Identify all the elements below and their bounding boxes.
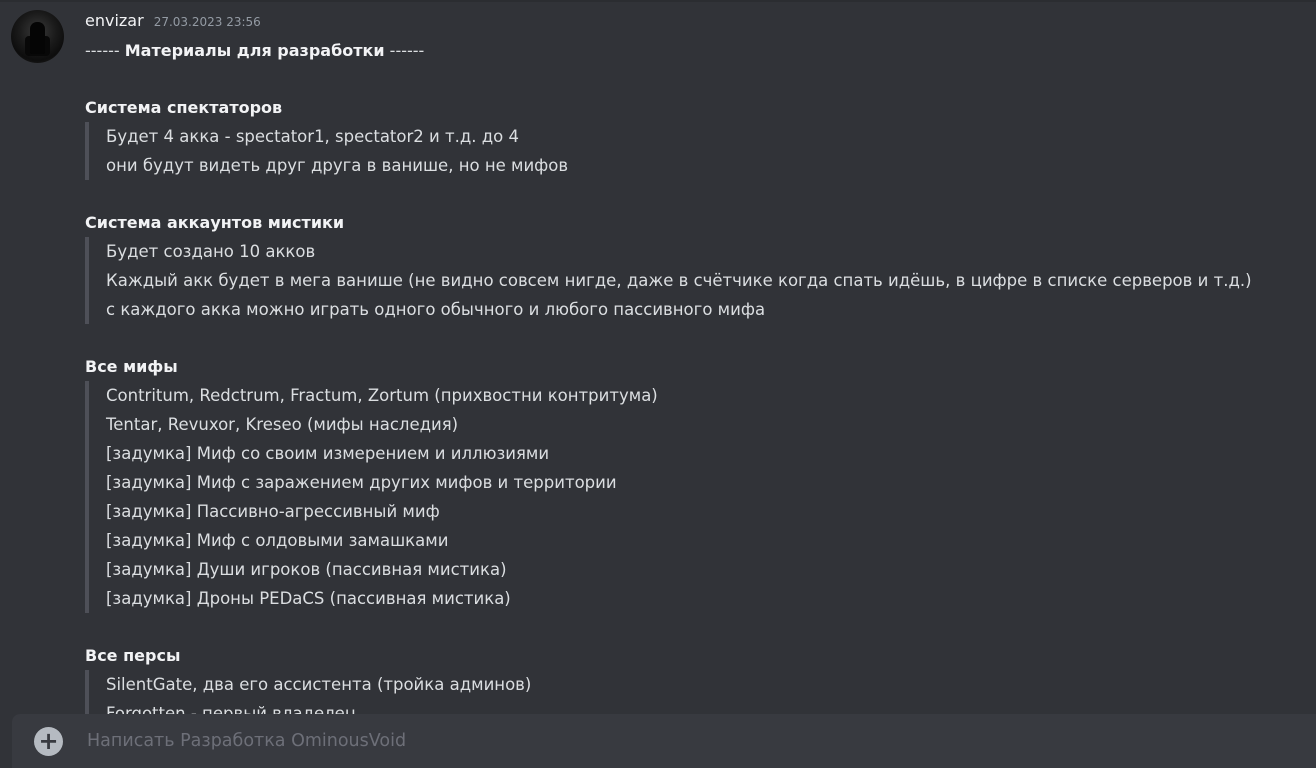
top-divider — [0, 0, 1316, 2]
quote-line: они будут видеть друг друга в ванише, но… — [106, 156, 569, 175]
message-timestamp[interactable]: 27.03.2023 23:56 — [154, 15, 261, 29]
heading-prefix: ------ — [85, 41, 125, 60]
blockquote-mystic-accounts: Будет создано 10 акков Каждый акк будет … — [85, 237, 1310, 324]
quote-line: Будет 4 акка - spectator1, spectator2 и … — [106, 127, 519, 146]
section-title-mystic-accounts: Система аккаунтов мистики — [85, 213, 345, 232]
quote-line: SilentGate, два его ассистента (тройка а… — [106, 675, 532, 694]
author-name[interactable]: envizar — [85, 11, 144, 30]
user-avatar[interactable] — [11, 10, 64, 63]
blockquote-all-myths: Contritum, Redctrum, Fractum, Zortum (пр… — [85, 381, 1310, 613]
quote-line: Contritum, Redctrum, Fractum, Zortum (пр… — [106, 386, 658, 405]
message-composer: + — [12, 714, 1316, 768]
section-title-spectators: Система спектаторов — [85, 98, 283, 117]
heading-suffix: ------ — [384, 41, 425, 60]
quote-line: [задумка] Миф с заражением других мифов … — [106, 473, 617, 492]
quote-line: [задумка] Миф со своим измерением и иллю… — [106, 444, 550, 463]
quote-line: Будет создано 10 акков — [106, 242, 316, 261]
plus-circle-icon[interactable]: + — [34, 726, 63, 756]
blockquote-spectators: Будет 4 акка - spectator1, spectator2 и … — [85, 122, 1310, 180]
quote-line: [задумка] Миф с олдовыми замашками — [106, 531, 449, 550]
section-title-all-myths: Все мифы — [85, 357, 178, 376]
quote-line: [задумка] Души игроков (пассивная мистик… — [106, 560, 507, 579]
quote-line: Каждый акк будет в мега ванише (не видно… — [106, 271, 1252, 290]
quote-line: [задумка] Пассивно-агрессивный миф — [106, 502, 440, 521]
composer-area: + — [0, 714, 1316, 768]
message-header: envizar 27.03.2023 23:56 — [85, 11, 261, 33]
avatar-figure-head — [30, 22, 45, 54]
section-title-all-characters: Все персы — [85, 646, 181, 665]
quote-line: [задумка] Дроны PEDaCS (пассивная мистик… — [106, 589, 511, 608]
message-heading: ------ Материалы для разработки ------ — [85, 36, 1310, 65]
message-content: ------ Материалы для разработки ------ С… — [85, 36, 1310, 728]
quote-line: с каждого акка можно играть одного обычн… — [106, 300, 766, 319]
heading-title: Материалы для разработки — [124, 41, 385, 60]
quote-line: Tentar, Revuxor, Kreseo (мифы наследия) — [106, 415, 459, 434]
message-input[interactable] — [85, 730, 1239, 752]
